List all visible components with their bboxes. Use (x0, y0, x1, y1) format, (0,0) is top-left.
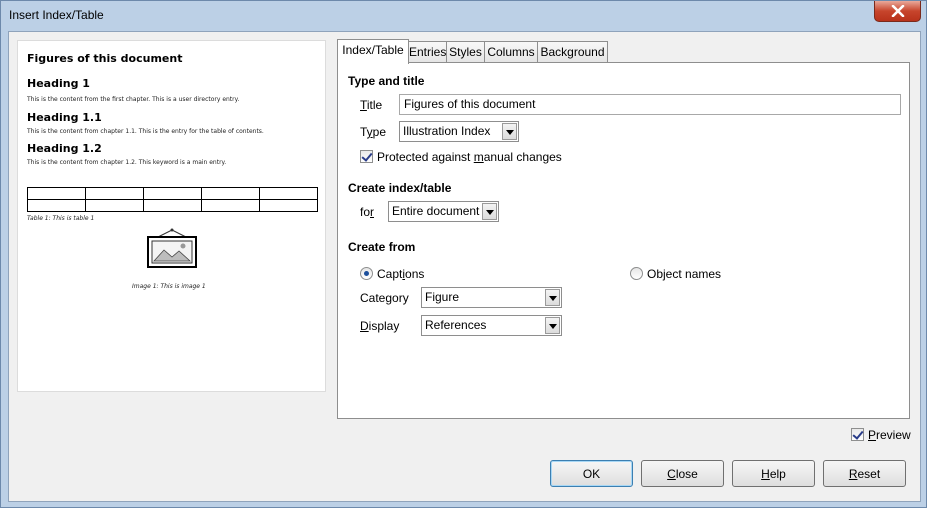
type-select-value: Illustration Index (403, 124, 491, 138)
chevron-down-icon[interactable] (482, 203, 497, 220)
dialog-window: Insert Index/Table Figures of this docum… (0, 0, 927, 508)
for-select-value: Entire document (392, 204, 480, 218)
preview-heading-1-1: Heading 1.1 (27, 111, 102, 124)
object-names-radio[interactable] (630, 267, 643, 280)
display-label: Display (360, 319, 400, 333)
protected-label[interactable]: Protected against manual changes (377, 150, 562, 164)
preview-label[interactable]: Preview (868, 428, 911, 442)
category-label: Category (360, 291, 409, 305)
chevron-down-icon[interactable] (502, 123, 517, 140)
create-index-heading: Create index/table (348, 181, 452, 195)
tab-styles[interactable]: Styles (446, 41, 485, 63)
object-names-label[interactable]: Object names (647, 267, 721, 281)
chevron-down-icon[interactable] (545, 317, 560, 334)
picture-frame-icon (147, 228, 197, 268)
window-close-button[interactable] (874, 1, 921, 22)
preview-text-1-2: This is the content from chapter 1.2. Th… (27, 159, 227, 166)
title-label: Title (360, 98, 383, 112)
chevron-down-icon[interactable] (545, 289, 560, 306)
dialog-title: Insert Index/Table (9, 8, 104, 22)
preview-table (27, 187, 318, 212)
title-bar[interactable]: Insert Index/Table (1, 1, 926, 31)
type-select[interactable]: Illustration Index (399, 121, 519, 142)
preview-heading-1-2: Heading 1.2 (27, 142, 102, 155)
close-button[interactable]: Close (641, 460, 724, 487)
tab-background[interactable]: Background (537, 41, 608, 63)
ok-button[interactable]: OK (550, 460, 633, 487)
reset-button[interactable]: Reset (823, 460, 906, 487)
preview-pane: Figures of this document Heading 1 This … (17, 40, 326, 392)
preview-title: Figures of this document (27, 52, 183, 65)
display-value: References (425, 318, 487, 332)
close-icon (891, 5, 905, 17)
category-combo[interactable]: Figure (421, 287, 562, 308)
preview-heading-1: Heading 1 (27, 77, 90, 90)
dialog-body: Figures of this document Heading 1 This … (8, 31, 921, 502)
captions-label[interactable]: Captions (377, 267, 424, 281)
preview-checkbox[interactable] (851, 428, 864, 441)
title-input[interactable]: Figures of this document (399, 94, 901, 115)
preview-text-1: This is the content from the first chapt… (27, 96, 240, 103)
preview-image-caption: Image 1: This is image 1 (132, 283, 206, 290)
category-value: Figure (425, 290, 460, 304)
for-label: for (360, 205, 375, 219)
type-and-title-heading: Type and title (348, 74, 425, 88)
tab-entries[interactable]: Entries (408, 41, 447, 63)
preview-text-1-1: This is the content from chapter 1.1. Th… (27, 128, 264, 135)
index-table-panel: Type and title Title Figures of this doc… (337, 62, 910, 419)
display-select[interactable]: References (421, 315, 562, 336)
help-button[interactable]: Help (732, 460, 815, 487)
captions-radio[interactable] (360, 267, 373, 280)
tab-columns[interactable]: Columns (484, 41, 538, 63)
preview-table-caption: Table 1: This is table 1 (27, 215, 95, 222)
create-from-heading: Create from (348, 240, 416, 254)
protected-checkbox[interactable] (360, 150, 373, 163)
tab-index-table[interactable]: Index/Table (337, 39, 409, 64)
type-label: Type (360, 125, 387, 139)
for-select[interactable]: Entire document (388, 201, 499, 222)
